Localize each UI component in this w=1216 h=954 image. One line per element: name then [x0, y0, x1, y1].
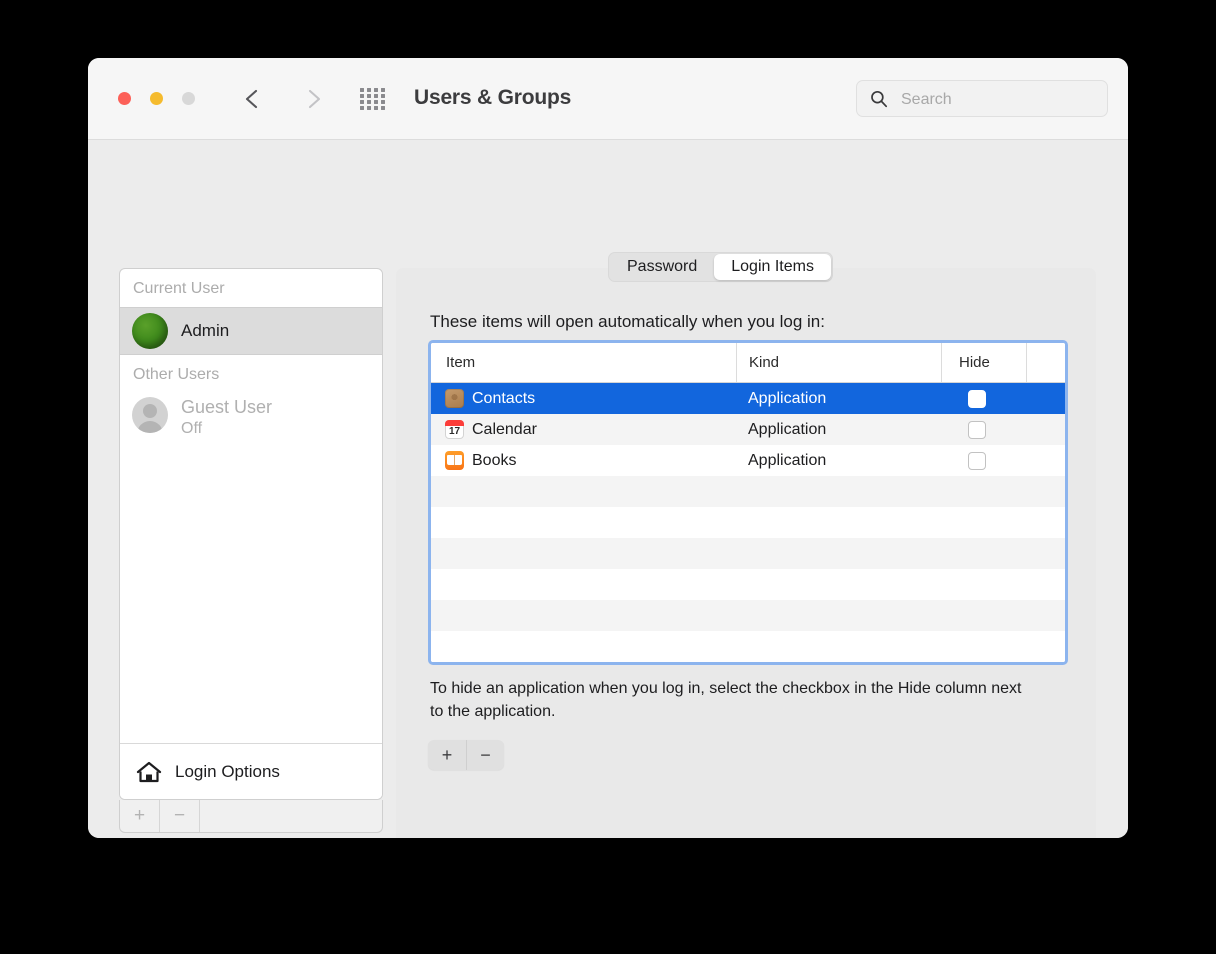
back-arrow-icon[interactable]: [240, 86, 266, 112]
column-header-kind[interactable]: Kind: [736, 343, 941, 382]
window-body: Current User Admin Other Users Guest Use…: [88, 140, 1128, 838]
table-row[interactable]: 17 Calendar Application: [431, 414, 1065, 445]
hide-checkbox[interactable]: [967, 420, 986, 439]
add-login-item-button[interactable]: +: [428, 740, 466, 770]
sidebar-item-guest-user-label: Guest User: [181, 397, 273, 417]
login-items-add-remove-buttons: + −: [428, 740, 504, 770]
hide-column-help-text: To hide an application when you log in, …: [430, 680, 1022, 720]
window-titlebar: Users & Groups: [88, 58, 1128, 140]
table-cell-item-label: Calendar: [472, 420, 537, 438]
table-empty-row: [431, 600, 1065, 631]
contacts-app-icon: [445, 389, 464, 408]
sidebar-item-guest-user[interactable]: Guest User Off: [120, 393, 382, 449]
table-empty-row: [431, 507, 1065, 538]
table-cell-item: Contacts: [431, 389, 736, 408]
remove-login-item-button[interactable]: −: [466, 740, 504, 770]
admin-avatar: [132, 313, 168, 349]
calendar-icon-day: 17: [448, 426, 461, 437]
tab-password[interactable]: Password: [610, 254, 714, 280]
table-empty-row: [431, 476, 1065, 507]
sidebar-group-current-user: Current User: [133, 280, 225, 297]
search-icon: [869, 89, 889, 109]
books-app-icon: [445, 451, 464, 470]
login-items-intro: These items will open automatically when…: [430, 312, 825, 331]
minimize-button[interactable]: [150, 92, 163, 105]
system-preferences-window: Users & Groups Current User Admin Other …: [88, 58, 1128, 838]
hide-checkbox[interactable]: [967, 451, 986, 470]
sidebar-item-guest-user-status: Off: [181, 419, 203, 437]
close-button[interactable]: [118, 92, 131, 105]
table-cell-item: 17 Calendar: [431, 420, 736, 439]
show-all-icon[interactable]: [360, 88, 386, 110]
table-row[interactable]: Books Application: [431, 445, 1065, 476]
page-title: Users & Groups: [414, 86, 572, 109]
sidebar-item-admin[interactable]: Admin: [120, 307, 382, 355]
table-cell-item-label: Books: [472, 451, 517, 469]
sidebar-group-other-users: Other Users: [133, 366, 220, 383]
table-row[interactable]: Contacts Application: [431, 383, 1065, 414]
column-header-item[interactable]: Item: [431, 343, 736, 382]
table-cell-hide: [941, 451, 1026, 470]
user-list-sidebar: Current User Admin Other Users Guest Use…: [119, 268, 383, 800]
table-cell-item: Books: [431, 451, 736, 470]
table-cell-hide: [941, 420, 1026, 439]
tab-login-items[interactable]: Login Items: [714, 254, 831, 280]
forward-arrow-icon[interactable]: [300, 86, 326, 112]
home-icon: [135, 759, 163, 785]
maximize-button[interactable]: [182, 92, 195, 105]
calendar-app-icon: 17: [445, 420, 464, 439]
sidebar-add-remove-buttons: + −: [119, 800, 383, 833]
search-input[interactable]: [899, 81, 1103, 118]
sidebar-item-login-options[interactable]: Login Options: [120, 743, 382, 799]
guest-avatar: [132, 397, 168, 433]
column-header-spacer: [1026, 343, 1065, 382]
add-user-button[interactable]: +: [120, 800, 160, 832]
table-empty-row: [431, 631, 1065, 662]
sidebar-item-admin-label: Admin: [181, 321, 230, 340]
table-cell-kind: Application: [748, 420, 827, 438]
table-empty-row: [431, 569, 1065, 600]
table-empty-row: [431, 538, 1065, 569]
table-cell-kind: Application: [748, 451, 827, 469]
remove-user-button[interactable]: −: [160, 800, 200, 832]
table-header-row: Item Kind Hide: [431, 343, 1065, 383]
table-cell-item-label: Contacts: [472, 389, 536, 407]
column-header-hide[interactable]: Hide: [941, 343, 1026, 382]
search-field[interactable]: [856, 80, 1108, 118]
table-cell-kind: Application: [748, 389, 827, 407]
tab-bar: Password Login Items: [608, 252, 833, 282]
sidebar-item-login-options-label: Login Options: [175, 761, 280, 781]
login-items-table[interactable]: Item Kind Hide Contacts Application 17 C…: [428, 340, 1068, 665]
hide-checkbox[interactable]: [967, 389, 986, 408]
table-cell-hide: [941, 389, 1026, 408]
